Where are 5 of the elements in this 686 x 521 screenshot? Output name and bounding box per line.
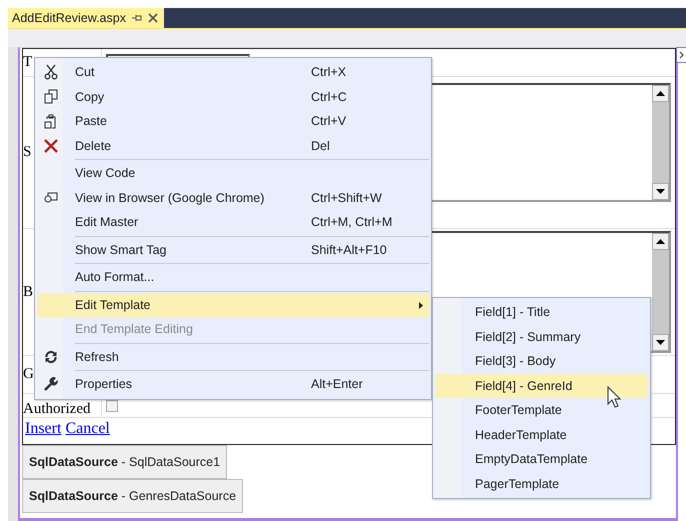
field-label: B: [23, 284, 34, 300]
field-label: T: [23, 54, 32, 71]
field-label: Authorized: [23, 402, 90, 416]
field-label: S: [23, 144, 32, 161]
field-label: G: [23, 366, 34, 383]
